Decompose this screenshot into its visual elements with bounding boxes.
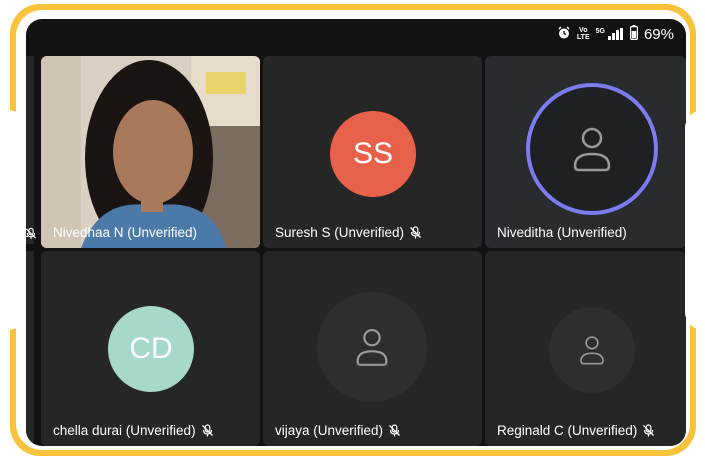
battery-icon <box>629 25 638 43</box>
participant-tile[interactable]: vijaya (Unverified) <box>263 251 482 446</box>
participant-name: Suresh S (Unverified) <box>275 225 422 240</box>
participant-name: chella durai (Unverified) <box>53 423 214 438</box>
volte-top-label: Vo <box>579 27 588 34</box>
speaking-ring <box>526 83 658 215</box>
partial-tile-left-bottom <box>26 251 34 446</box>
mic-off-icon <box>26 227 37 240</box>
battery-percent: 69% <box>643 25 674 43</box>
participant-tile[interactable]: SS Suresh S (Unverified) <box>263 56 482 248</box>
alarm-clock-icon <box>557 25 571 43</box>
mic-off-icon <box>389 424 401 437</box>
volte-bottom-label: LTE <box>576 34 590 41</box>
avatar-placeholder <box>317 292 427 402</box>
signal-icon: 5G <box>596 28 624 40</box>
participant-name: Nivedhaa N (Unverified) <box>53 225 197 240</box>
initials-avatar: CD <box>108 306 194 392</box>
frame-notch-left <box>8 110 26 330</box>
avatar-initials: CD <box>129 332 173 365</box>
participant-name-text: Reginald C (Unverified) <box>497 423 638 438</box>
person-icon <box>356 328 388 366</box>
participant-tile[interactable]: CD chella durai (Unverified) <box>41 251 260 446</box>
mic-off-icon <box>643 424 655 437</box>
mic-off-icon <box>410 226 422 239</box>
participant-name: Niveditha (Unverified) <box>497 225 627 240</box>
participant-tile-video[interactable]: Nivedhaa N (Unverified) <box>41 56 260 248</box>
participant-name: vijaya (Unverified) <box>275 423 401 438</box>
avatar-initials: SS <box>352 137 394 170</box>
participant-name-text: vijaya (Unverified) <box>275 423 384 438</box>
avatar-placeholder <box>549 307 635 393</box>
participant-tile[interactable]: Reginald C (Unverified) <box>485 251 686 446</box>
person-icon <box>580 336 604 365</box>
status-bar: Vo LTE 5G 69% <box>557 19 674 49</box>
participant-tile-active-speaker[interactable]: Niveditha (Unverified) <box>485 56 686 248</box>
participant-name-text: Nivedhaa N (Unverified) <box>53 225 198 240</box>
mic-off-icon <box>201 424 213 437</box>
video-feed-image <box>41 56 260 248</box>
network-type-label: 5G <box>595 28 605 35</box>
volte-indicator: Vo LTE <box>577 27 590 41</box>
initials-avatar: SS <box>330 111 416 197</box>
person-icon <box>573 127 611 172</box>
frame-notch-right <box>685 110 703 330</box>
participant-name: Reginald C (Unverified) <box>497 423 655 438</box>
participant-name-text: Suresh S (Unverified) <box>275 225 405 240</box>
phone-screen: Vo LTE 5G 69% L <box>26 19 686 446</box>
participant-name-text: Niveditha (Unverified) <box>497 225 627 240</box>
partial-tile-left-top <box>26 56 34 244</box>
participant-name-text: chella durai (Unverified) <box>53 423 196 438</box>
